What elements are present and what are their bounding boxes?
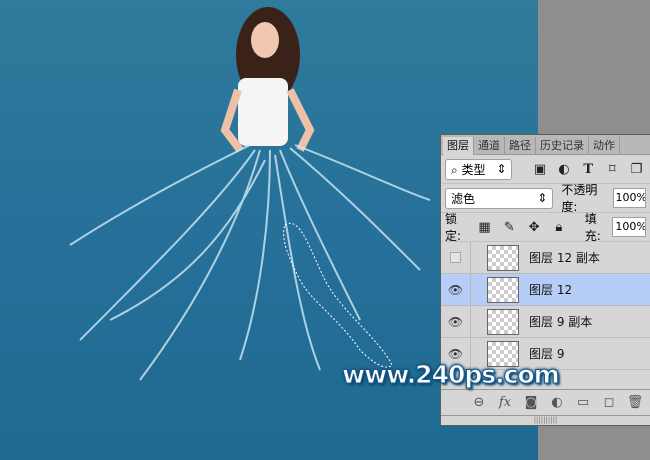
updown-icon: ⇕	[496, 162, 507, 176]
tab-channels[interactable]: 通道	[474, 137, 505, 155]
white-top	[238, 78, 288, 146]
tab-layers[interactable]: 图层	[443, 137, 474, 155]
layer-row[interactable]: 图层 12 副本	[441, 242, 650, 274]
add-mask-icon[interactable]: ◙	[518, 395, 544, 410]
opacity-input[interactable]: 100%	[612, 188, 647, 208]
filter-row: ⌕ 类型 ⇕ ▣ ◐ T ⌑ ❐	[441, 155, 650, 184]
marquee-selection	[283, 222, 393, 368]
layer-filter-select[interactable]: ⌕ 类型 ⇕	[445, 158, 513, 180]
eye-icon[interactable]: 👁︎	[441, 305, 471, 338]
lock-image-pixels-brush-icon[interactable]: ✎	[499, 220, 519, 235]
lock-label: 锁定:	[445, 212, 462, 243]
layer-name: 图层 12	[529, 283, 573, 297]
tab-history[interactable]: 历史记录	[536, 137, 589, 155]
type-filter-icon[interactable]: T	[579, 162, 598, 177]
link-layers-icon[interactable]: ⊖	[466, 395, 492, 410]
blend-row: 滤色 ⇕ 不透明度: 100%	[441, 183, 650, 214]
image-filter-icon[interactable]: ▣	[530, 162, 549, 177]
fx-icon[interactable]: fx	[492, 395, 518, 410]
new-group-folder-icon[interactable]: ▭	[570, 395, 596, 410]
layer-thumbnail	[487, 244, 519, 271]
lock-transparent-pixels-icon[interactable]: ▦	[475, 220, 495, 235]
layer-row[interactable]: 👁︎ 图层 12	[441, 273, 650, 306]
face	[251, 22, 279, 58]
trash-icon[interactable]: 🗑︎	[622, 395, 648, 410]
tab-actions[interactable]: 动作	[589, 137, 620, 155]
layer-row[interactable]: 👁︎ 图层 9 副本	[441, 305, 650, 338]
panel-tabs: 图层 通道 路径 历史记录 动作	[441, 135, 650, 155]
fill-label: 填充:	[584, 212, 601, 243]
blend-mode-value: 滤色	[451, 191, 476, 206]
shape-filter-icon[interactable]: ⌑	[603, 162, 622, 177]
blend-mode-select[interactable]: 滤色 ⇕	[445, 187, 554, 209]
layer-name: 图层 9 副本	[529, 315, 593, 329]
layer-name: 图层 12 副本	[529, 251, 600, 265]
eye-icon[interactable]: 👁︎	[441, 273, 471, 306]
water-splash	[69, 144, 431, 381]
layer-list: 图层 12 副本👁︎图层 12👁︎图层 9 副本👁︎图层 9👁︎图层 8	[441, 242, 650, 370]
layer-thumbnail	[487, 276, 519, 303]
watermark: www.240ps.com	[342, 360, 561, 390]
smart-object-filter-icon[interactable]: ❐	[627, 162, 646, 177]
lock-position-move-icon[interactable]: ✥	[524, 220, 544, 235]
resize-grip[interactable]: ||||||||||	[441, 415, 650, 425]
fill-input[interactable]: 100%	[612, 217, 646, 237]
adjustment-filter-icon[interactable]: ◐	[555, 162, 574, 177]
tab-paths[interactable]: 路径	[505, 137, 536, 155]
new-layer-icon[interactable]: ◻	[596, 395, 622, 410]
filter-type-label: 类型	[461, 162, 486, 177]
visibility-empty-box[interactable]	[441, 242, 471, 274]
search-icon: ⌕	[451, 162, 462, 177]
lock-all-icon[interactable]: 🔒︎	[549, 220, 569, 235]
panel-footer: ⊖ fx ◙ ◐ ▭ ◻ 🗑︎	[441, 389, 650, 415]
updown-icon: ⇕	[537, 191, 548, 205]
layer-thumbnail	[487, 308, 519, 335]
adjustment-layer-icon[interactable]: ◐	[544, 395, 570, 410]
lock-row: 锁定: ▦ ✎ ✥ 🔒︎ 填充: 100%	[441, 212, 650, 243]
